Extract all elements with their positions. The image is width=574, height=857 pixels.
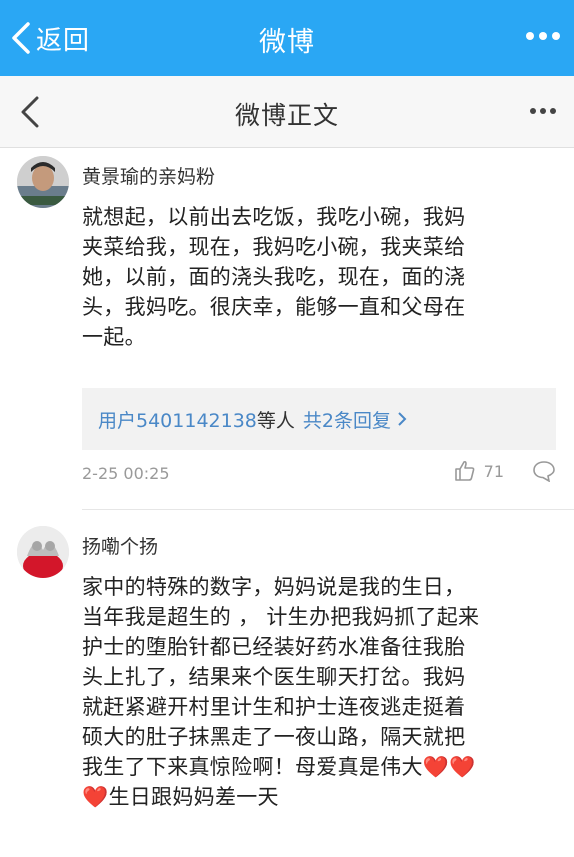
- like-button[interactable]: 71: [454, 460, 504, 482]
- app-title: 微博: [259, 27, 315, 58]
- chevron-right-icon: [398, 412, 407, 426]
- comment-item: 黄景瑜的亲妈粉 就想起，以前出去吃饭，我吃小碗，我妈 夹菜给我，现在，我妈吃小碗…: [0, 150, 574, 510]
- avatar[interactable]: [17, 156, 69, 208]
- timestamp: 2-25 00:25: [82, 464, 170, 483]
- avatar[interactable]: [17, 526, 69, 578]
- reply-summary[interactable]: 用户5401142138 等人 共2条回复: [82, 388, 556, 450]
- page-title: 微博正文: [234, 101, 339, 130]
- comment-item: 扬嘞个扬 家中的特殊的数字，妈妈说是我的生日， 当年我是超生的 ， 计生办把我妈…: [0, 510, 574, 857]
- more-dots-icon[interactable]: [530, 108, 556, 116]
- comment-icon[interactable]: [532, 460, 556, 482]
- avatar-image: [17, 156, 69, 208]
- reply-user-link[interactable]: 用户5401142138: [98, 406, 257, 433]
- reply-count[interactable]: 共2条回复: [303, 406, 391, 433]
- comment-text: 家中的特殊的数字，妈妈说是我的生日， 当年我是超生的 ， 计生办把我妈抓了起来 …: [82, 575, 480, 809]
- username[interactable]: 扬嘞个扬: [82, 532, 158, 559]
- like-count: 71: [483, 461, 504, 481]
- comment-text: 就想起，以前出去吃饭，我吃小碗，我妈 夹菜给我，现在，我妈吃小碗，我夹菜给 她，…: [82, 205, 466, 349]
- page-nav: 微博正文: [0, 76, 574, 148]
- avatar-image: [17, 526, 69, 578]
- app-header: 返回 微博: [0, 0, 574, 76]
- reply-suffix: 等人: [256, 409, 295, 432]
- more-dots-icon[interactable]: [526, 26, 560, 46]
- thumbs-up-icon: [454, 460, 475, 481]
- username[interactable]: 黄景瑜的亲妈粉: [82, 162, 215, 189]
- comment-meta: 2-25 00:25 71: [82, 460, 556, 490]
